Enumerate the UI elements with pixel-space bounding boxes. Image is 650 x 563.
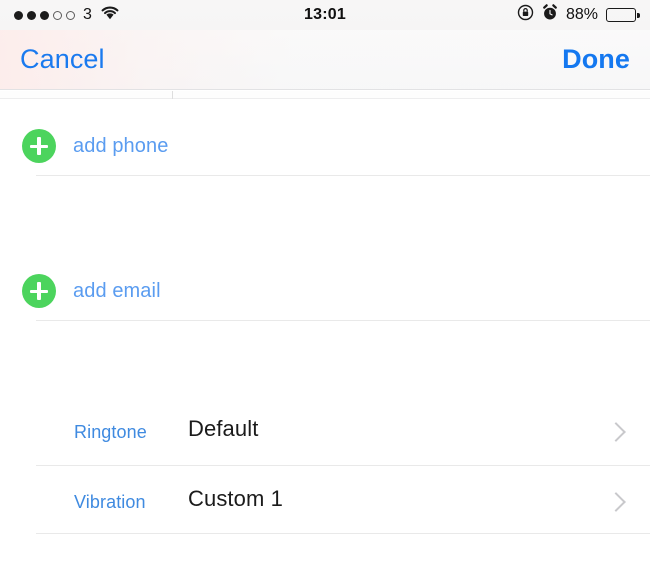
cancel-button[interactable]: Cancel: [20, 46, 105, 73]
status-bar: 3 13:01 88%: [0, 0, 650, 30]
add-plus-icon: [22, 129, 56, 163]
vibration-row[interactable]: Vibration Custom 1: [0, 479, 650, 534]
row-separator: [36, 533, 650, 534]
partial-row-above: [0, 91, 650, 99]
ringtone-value: Default: [188, 416, 259, 441]
add-email-row[interactable]: add email: [0, 271, 650, 311]
row-separator: [36, 465, 650, 466]
row-separator: [36, 175, 650, 176]
iphone-screen: 3 13:01 88% Cancel Done add phone add em…: [0, 0, 650, 563]
alarm-clock-icon: [542, 4, 558, 26]
navigation-bar: Cancel Done: [0, 30, 650, 90]
add-email-label: add email: [73, 280, 161, 302]
chevron-right-icon: [606, 422, 626, 442]
battery-icon: [606, 8, 640, 22]
ringtone-label: Ringtone: [74, 422, 147, 442]
battery-percentage: 88%: [565, 6, 598, 23]
done-button[interactable]: Done: [562, 46, 630, 73]
rotation-lock-icon: [517, 4, 534, 26]
vibration-label: Vibration: [74, 492, 146, 512]
add-phone-label: add phone: [73, 135, 169, 157]
chevron-right-icon: [606, 492, 626, 512]
add-phone-row[interactable]: add phone: [0, 126, 650, 166]
field-column-divider: [172, 91, 173, 99]
ringtone-row[interactable]: Ringtone Default: [0, 409, 650, 464]
contact-edit-form: add phone add email Ringtone Default Vib…: [0, 91, 650, 563]
status-bar-right: 88%: [517, 4, 640, 26]
add-plus-icon: [22, 274, 56, 308]
vibration-value: Custom 1: [188, 486, 283, 511]
row-separator: [36, 320, 650, 321]
